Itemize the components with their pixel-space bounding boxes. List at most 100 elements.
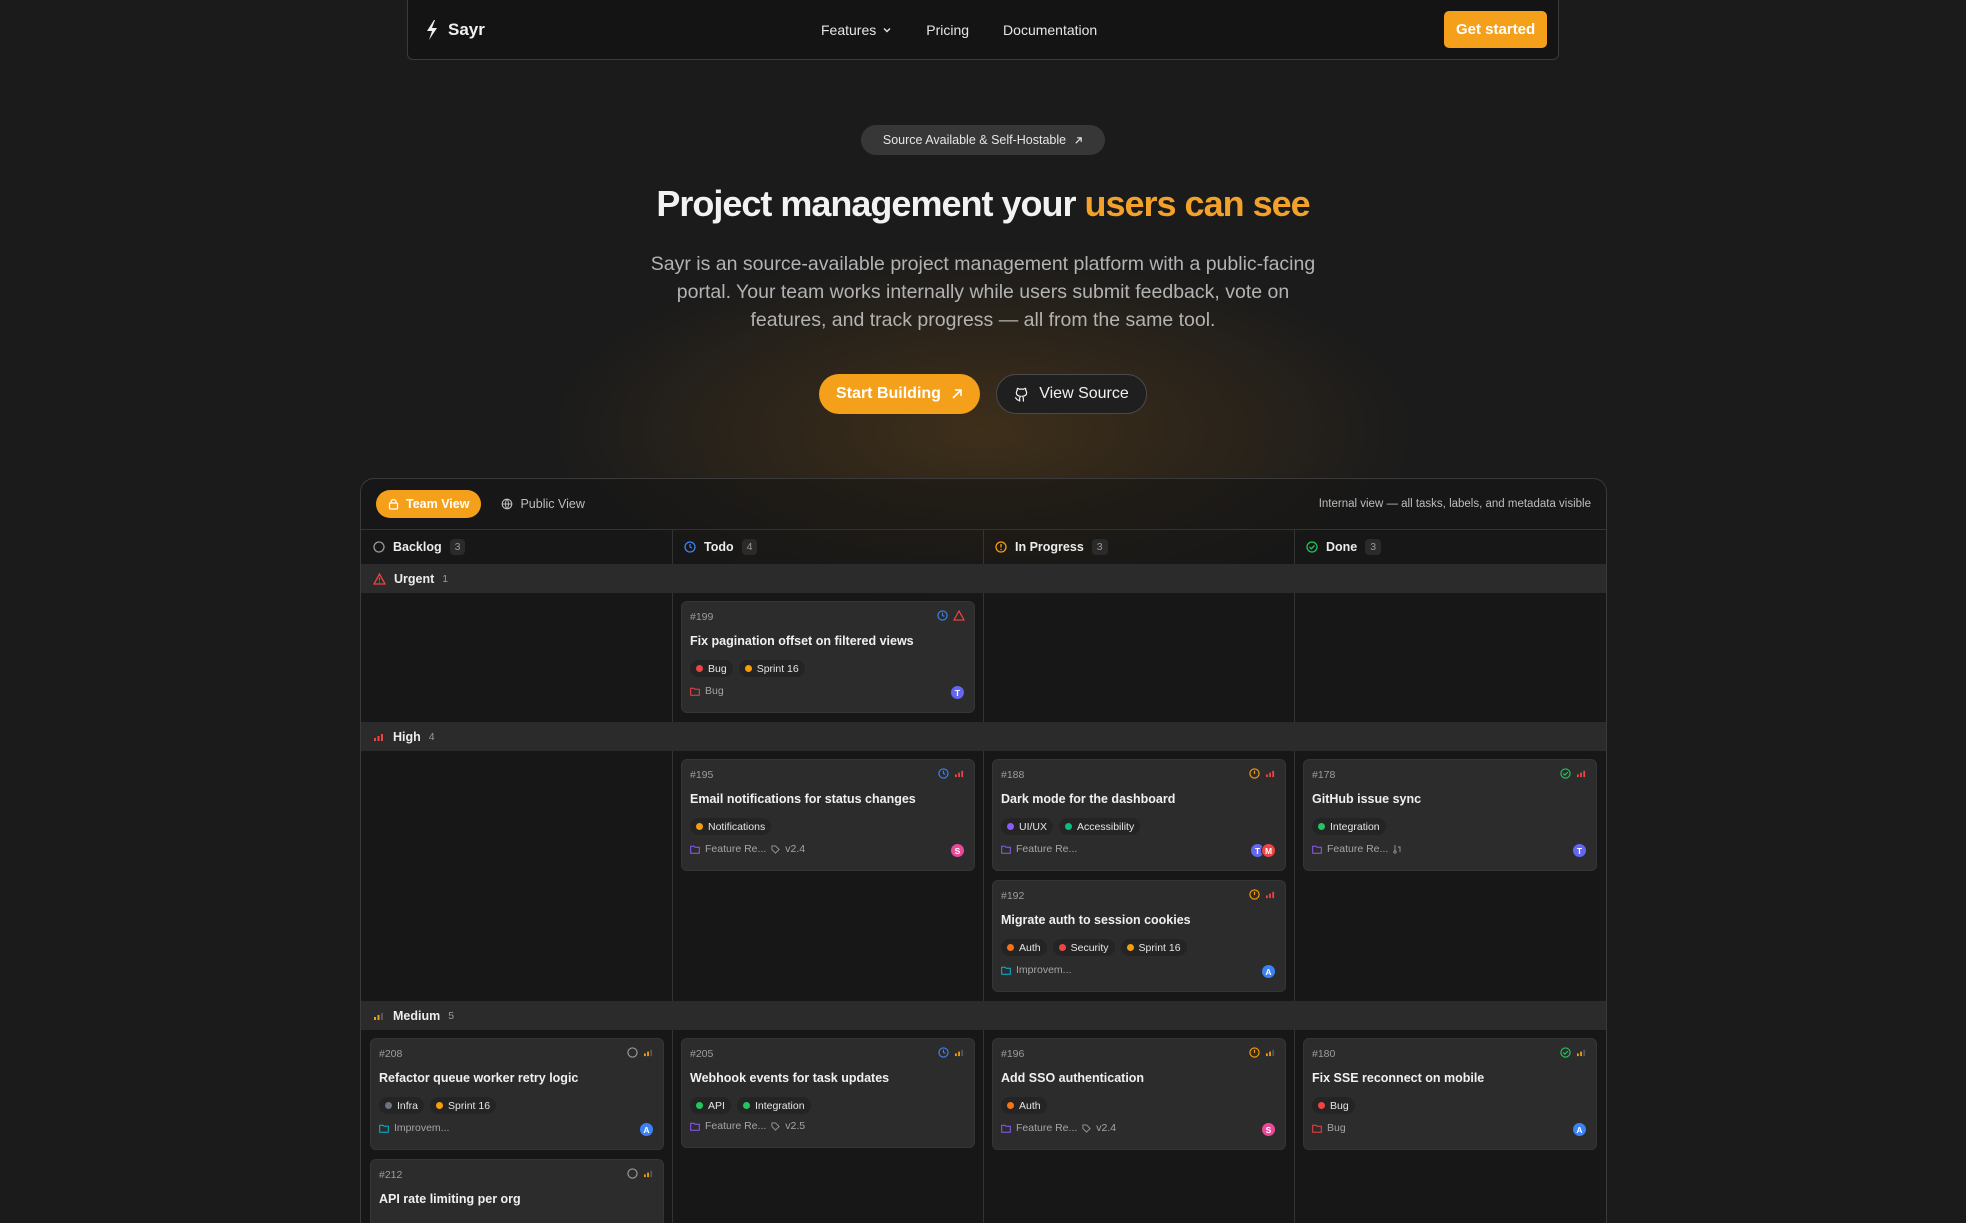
- label-color-dot: [1007, 1102, 1014, 1109]
- label-tag[interactable]: Bug: [690, 660, 733, 677]
- column-count: 3: [1365, 538, 1382, 555]
- label-tag[interactable]: Auth: [1001, 939, 1047, 956]
- priority-medium-icon: [1266, 1049, 1275, 1057]
- avatar[interactable]: A: [639, 1122, 654, 1137]
- avatar[interactable]: S: [950, 843, 965, 858]
- priority-medium-icon: [644, 1170, 653, 1178]
- avatar[interactable]: A: [1261, 964, 1276, 979]
- task-id: #180: [1312, 1048, 1336, 1060]
- bolt-icon: [427, 19, 437, 40]
- group-count: 4: [428, 730, 435, 743]
- get-started-button[interactable]: Get started: [1444, 11, 1548, 48]
- avatar[interactable]: S: [1261, 1122, 1276, 1137]
- task-card[interactable]: #199 Fix pagination offset on filtered v…: [681, 601, 975, 713]
- column-count: 3: [1091, 538, 1108, 555]
- task-category: Feature Re...: [1016, 1122, 1078, 1134]
- label-text: Sprint 16: [756, 662, 799, 675]
- tab-public-label: Public View: [520, 497, 585, 511]
- label-tag[interactable]: Integration: [736, 1097, 811, 1114]
- task-category: Improvem...: [1016, 964, 1072, 976]
- label-color-dot: [1318, 823, 1325, 830]
- label-text: Auth: [1019, 941, 1041, 954]
- label-tag[interactable]: Sprint 16: [430, 1097, 497, 1114]
- priority-medium-icon: [374, 1012, 383, 1020]
- priority-high-icon: [955, 770, 964, 778]
- task-card[interactable]: #180 Fix SSE reconnect on mobile Bug Bug…: [1303, 1038, 1597, 1150]
- task-card[interactable]: #192 Migrate auth to session cookies Aut…: [992, 880, 1286, 992]
- label-tag[interactable]: Notifications: [690, 818, 772, 835]
- group-row-medium[interactable]: Medium 5: [361, 1001, 1606, 1030]
- brand-logo[interactable]: Sayr: [424, 19, 485, 41]
- task-version: v2.5: [785, 1120, 806, 1132]
- in-progress-icon: [1249, 768, 1260, 779]
- avatar[interactable]: M: [1261, 843, 1276, 858]
- source-available-pill[interactable]: Source Available & Self-Hostable: [861, 125, 1105, 155]
- task-category: Bug: [1327, 1122, 1346, 1134]
- task-category: Feature Re...: [1016, 843, 1078, 855]
- tag-icon: [771, 844, 781, 854]
- task-title: Fix SSE reconnect on mobile: [1312, 1071, 1485, 1085]
- task-category: Feature Re...: [1327, 843, 1389, 855]
- task-category: Improvem...: [394, 1122, 450, 1134]
- nav-documentation-link[interactable]: Documentation: [1003, 22, 1097, 38]
- board-toolbar: Team View Public View Internal view — al…: [361, 479, 1606, 529]
- pill-label: Source Available & Self-Hostable: [882, 133, 1067, 147]
- task-card[interactable]: #212 API rate limiting per org: [370, 1159, 664, 1223]
- task-card[interactable]: #205 Webhook events for task updates API…: [681, 1038, 975, 1148]
- tab-team-view[interactable]: Team View: [376, 490, 482, 518]
- column-divider: [1294, 529, 1295, 1223]
- start-building-button[interactable]: Start Building: [819, 374, 980, 414]
- label-tag[interactable]: UI/UX: [1001, 818, 1054, 835]
- view-source-button[interactable]: View Source: [996, 374, 1147, 414]
- avatar[interactable]: T: [950, 685, 965, 700]
- label-tag[interactable]: API: [690, 1097, 731, 1114]
- kanban-board: Team View Public View Internal view — al…: [360, 478, 1607, 1223]
- task-card[interactable]: #196 Add SSO authentication Auth Feature…: [992, 1038, 1286, 1150]
- warning-triangle-icon: [373, 572, 386, 585]
- label-tag[interactable]: Accessibility: [1059, 818, 1141, 835]
- task-title: Migrate auth to session cookies: [1001, 913, 1191, 927]
- priority-high-icon: [374, 733, 383, 741]
- clock-icon: [938, 1047, 949, 1058]
- column-header-in-progress[interactable]: In Progress 3: [983, 529, 1294, 564]
- column-title: Todo: [704, 539, 734, 554]
- label-tag[interactable]: Sprint 16: [738, 660, 805, 677]
- task-card[interactable]: #208 Refactor queue worker retry logic I…: [370, 1038, 664, 1150]
- task-card[interactable]: #188 Dark mode for the dashboard UI/UX A…: [992, 759, 1286, 871]
- avatar[interactable]: A: [1572, 1122, 1587, 1137]
- tab-public-view[interactable]: Public View: [501, 497, 585, 511]
- task-id: #199: [690, 611, 714, 623]
- nav-features-dropdown[interactable]: Features: [821, 22, 892, 38]
- task-card[interactable]: #195 Email notifications for status chan…: [681, 759, 975, 871]
- column-header-done[interactable]: Done 3: [1294, 529, 1606, 564]
- column-title: Backlog: [393, 539, 442, 554]
- nav-pricing-link[interactable]: Pricing: [926, 22, 969, 38]
- group-row-urgent[interactable]: Urgent 1: [361, 564, 1606, 593]
- label-tag[interactable]: Integration: [1312, 818, 1386, 835]
- hero-title-main: Project management your: [656, 183, 1085, 224]
- label-text: Notifications: [708, 820, 766, 833]
- label-tag[interactable]: Security: [1052, 939, 1115, 956]
- column-header-todo[interactable]: Todo 4: [672, 529, 983, 564]
- task-id: #208: [379, 1048, 403, 1060]
- label-text: Infra: [397, 1099, 419, 1112]
- label-tag[interactable]: Infra: [379, 1097, 425, 1114]
- label-tag[interactable]: Sprint 16: [1120, 939, 1187, 956]
- group-count: 1: [442, 572, 449, 585]
- folder-icon: [379, 1124, 389, 1133]
- task-title: Email notifications for status changes: [690, 792, 916, 806]
- column-title: In Progress: [1015, 539, 1084, 554]
- avatar[interactable]: T: [1572, 843, 1587, 858]
- label-tag[interactable]: Auth: [1001, 1097, 1047, 1114]
- task-id: #196: [1001, 1048, 1025, 1060]
- priority-high-icon: [1577, 770, 1586, 778]
- column-header-backlog[interactable]: Backlog 3: [361, 529, 672, 564]
- column-divider: [672, 529, 673, 1223]
- label-tag[interactable]: Bug: [1312, 1097, 1355, 1114]
- column-title: Done: [1326, 539, 1358, 554]
- label-text: UI/UX: [1019, 820, 1048, 833]
- column-count: 4: [741, 538, 758, 555]
- group-row-high[interactable]: High 4: [361, 722, 1606, 751]
- task-card[interactable]: #178 GitHub issue sync Integration Featu…: [1303, 759, 1597, 871]
- priority-medium-icon: [955, 1049, 964, 1057]
